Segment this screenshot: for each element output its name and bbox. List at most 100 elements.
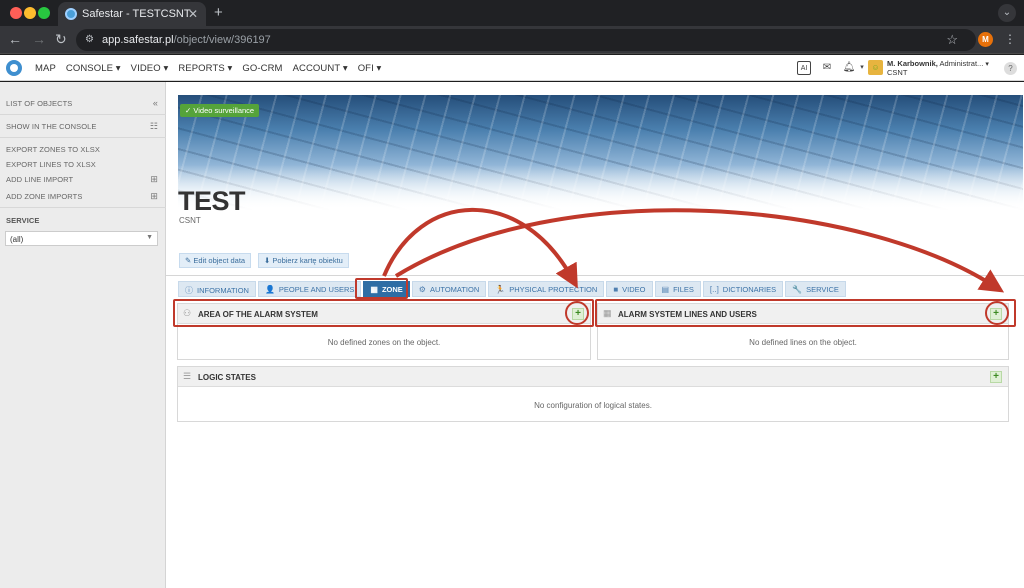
bell-icon[interactable]: 🔔︎ bbox=[842, 61, 856, 75]
tab-label: FILES bbox=[673, 285, 694, 294]
profile-avatar[interactable]: M bbox=[978, 32, 993, 47]
close-tab-icon[interactable]: ✕ bbox=[188, 7, 198, 21]
ai-icon[interactable]: AI bbox=[797, 61, 811, 75]
tab-video-icon: ■ bbox=[613, 285, 619, 294]
service-select[interactable]: (all) ▼ bbox=[5, 231, 158, 246]
url-host: app.safestar.pl bbox=[102, 34, 174, 46]
tab-service[interactable]: 🔧 SERVICE bbox=[785, 281, 846, 297]
site-settings-icon[interactable]: ⚙ bbox=[85, 34, 94, 45]
help-icon[interactable]: ? bbox=[1004, 62, 1017, 75]
back-arrow-icon[interactable]: ← bbox=[8, 31, 22, 47]
sidebar-show-in-console[interactable]: SHOW IN THE CONSOLE ☷ bbox=[0, 121, 166, 131]
tabs-divider bbox=[166, 275, 1024, 276]
alarm-lines-header: ▦ ALARM SYSTEM LINES AND USERS + bbox=[598, 304, 1008, 324]
sidebar-list-of-objects-label: LIST OF OBJECTS bbox=[6, 99, 73, 108]
user-name: M. Karbownik, bbox=[887, 59, 938, 68]
address-bar[interactable]: ⚙ app.safestar.pl/object/view/396197 ☆ bbox=[76, 29, 976, 51]
browser-tab[interactable]: Safestar - TESTCSNT ✕ bbox=[58, 2, 206, 26]
tab-automation[interactable]: ⚙ AUTOMATION bbox=[411, 281, 487, 297]
console-list-icon: ☷ bbox=[149, 121, 158, 131]
logic-states-empty-message: No configuration of logical states. bbox=[534, 401, 652, 410]
collapse-chevrons-icon[interactable]: « bbox=[153, 98, 158, 108]
zones-icon: ⚇ bbox=[183, 308, 192, 318]
forward-arrow-icon[interactable]: → bbox=[32, 31, 46, 47]
list-icon: ☰ bbox=[183, 371, 192, 381]
tab-video[interactable]: ■ VIDEO bbox=[606, 281, 653, 297]
browser-toolbar: ← → ↻ ⚙ app.safestar.pl/object/view/3961… bbox=[0, 26, 1024, 54]
sidebar-list-of-objects[interactable]: LIST OF OBJECTS « bbox=[0, 98, 166, 108]
alarm-area-title: AREA OF THE ALARM SYSTEM bbox=[198, 310, 318, 319]
bell-dropdown-chevron-icon[interactable]: ▾ bbox=[855, 61, 869, 75]
object-title: TEST bbox=[178, 186, 246, 216]
download-card-label: Pobierz kartę obiektu bbox=[272, 256, 343, 265]
logic-states-header: ☰ LOGIC STATES + bbox=[178, 367, 1008, 387]
edit-object-label: Edit object data bbox=[193, 256, 246, 265]
sidebar-divider bbox=[0, 114, 166, 115]
download-icon: ⬇ bbox=[264, 256, 271, 265]
close-window-dot[interactable] bbox=[10, 7, 22, 19]
nav-menu-item[interactable]: GO-CRM bbox=[237, 55, 287, 81]
tab-files[interactable]: ▤ FILES bbox=[654, 281, 701, 297]
main-menu: MAP CONSOLE ▾ VIDEO ▾ REPORTS ▾ GO-CRM ACCOUN… bbox=[30, 55, 386, 81]
nav-menu-item[interactable]: CONSOLE ▾ bbox=[61, 55, 126, 81]
tab-search-chevron-icon[interactable]: ⌄ bbox=[998, 4, 1016, 22]
pencil-icon: ✎ bbox=[185, 256, 192, 265]
mail-icon[interactable]: ✉ bbox=[820, 61, 834, 75]
nav-menu-item[interactable]: REPORTS ▾ bbox=[173, 55, 237, 81]
alarm-area-panel: ⚇ AREA OF THE ALARM SYSTEM + No defined … bbox=[177, 303, 591, 360]
tab-files-icon: ▤ bbox=[661, 285, 670, 294]
tab-people-and-users-icon: 👤 bbox=[264, 285, 275, 294]
tab-people-and-users[interactable]: 👤 PEOPLE AND USERS bbox=[257, 281, 362, 297]
nav-menu-item[interactable]: OFI ▾ bbox=[353, 55, 387, 81]
tab-label: PEOPLE AND USERS bbox=[278, 285, 355, 294]
tab-dictionaries-icon: [..] bbox=[709, 285, 719, 294]
add-zone-button[interactable]: + bbox=[572, 308, 584, 320]
sidebar-export-zones[interactable]: EXPORT ZONES TO XLSX bbox=[0, 145, 166, 154]
grid-icon: ▦ bbox=[603, 308, 612, 318]
sidebar-add-zone-imports[interactable]: ADD ZONE IMPORTS ⊞ bbox=[0, 191, 166, 201]
add-logic-state-button[interactable]: + bbox=[990, 371, 1002, 383]
minimize-window-dot[interactable] bbox=[24, 7, 36, 19]
nav-menu-item[interactable]: MAP bbox=[30, 55, 61, 81]
user-role: Administrat... bbox=[939, 59, 984, 68]
app-navbar: MAP CONSOLE ▾ VIDEO ▾ REPORTS ▾ GO-CRM ACCOUN… bbox=[0, 55, 1024, 81]
tab-label: ZONE bbox=[381, 285, 403, 294]
reload-icon[interactable]: ↻ bbox=[55, 31, 67, 48]
tab-physical-protection[interactable]: 🏃 PHYSICAL PROTECTION bbox=[488, 281, 605, 297]
tab-information[interactable]: ⓘ INFORMATION bbox=[178, 281, 256, 297]
browser-tab-title: Safestar - TESTCSNT bbox=[82, 8, 191, 20]
sidebar-export-lines[interactable]: EXPORT LINES TO XLSX bbox=[0, 160, 166, 169]
tab-label: SERVICE bbox=[806, 285, 839, 294]
tab-physical-protection-icon: 🏃 bbox=[495, 285, 506, 294]
user-menu[interactable]: M. Karbownik, Administrat... ▾ CSNT bbox=[887, 60, 989, 77]
bookmark-star-icon[interactable]: ☆ bbox=[946, 32, 958, 48]
tab-zone[interactable]: ▦ ZONE bbox=[363, 281, 410, 297]
plus-box-icon: ⊞ bbox=[150, 191, 158, 201]
safestar-favicon-icon bbox=[65, 8, 77, 20]
sidebar-add-line-import-label: ADD LINE IMPORT bbox=[6, 175, 74, 184]
browser-menu-icon[interactable]: ⋮ bbox=[1004, 32, 1016, 46]
sidebar: LIST OF OBJECTS « SHOW IN THE CONSOLE ☷ EX… bbox=[0, 82, 166, 588]
object-hero-image bbox=[178, 95, 1023, 210]
nav-menu-item[interactable]: VIDEO ▾ bbox=[126, 55, 174, 81]
object-subtitle: CSNT bbox=[179, 216, 201, 225]
tab-service-icon: 🔧 bbox=[792, 285, 803, 294]
logic-states-title: LOGIC STATES bbox=[198, 373, 256, 382]
zoom-window-dot[interactable] bbox=[38, 7, 50, 19]
add-line-button[interactable]: + bbox=[990, 308, 1002, 320]
tab-label: AUTOMATION bbox=[429, 285, 480, 294]
edit-object-button[interactable]: ✎ Edit object data bbox=[179, 253, 252, 268]
object-tabs: ⓘ INFORMATION 👤 PEOPLE AND USERS ▦ ZONE ⚙ AUTOM… bbox=[178, 281, 848, 297]
safestar-logo-icon[interactable] bbox=[6, 60, 22, 76]
nav-menu-item[interactable]: ACCOUNT ▾ bbox=[288, 55, 353, 81]
sidebar-add-zone-imports-label: ADD ZONE IMPORTS bbox=[6, 192, 83, 201]
sidebar-add-line-import[interactable]: ADD LINE IMPORT ⊞ bbox=[0, 174, 166, 184]
tab-dictionaries[interactable]: [..] DICTIONARIES bbox=[702, 281, 784, 297]
download-card-button[interactable]: ⬇ Pobierz kartę obiektu bbox=[258, 253, 349, 268]
alarm-area-header: ⚇ AREA OF THE ALARM SYSTEM + bbox=[178, 304, 590, 324]
user-avatar[interactable]: ☺ bbox=[868, 60, 883, 75]
alarm-lines-empty-message: No defined lines on the object. bbox=[749, 338, 857, 347]
tab-automation-icon: ⚙ bbox=[418, 285, 426, 294]
new-tab-icon[interactable]: + bbox=[214, 4, 223, 21]
screenshot-frame: Safestar - TESTCSNT ✕ + ⌄ ← → ↻ ⚙ app.sa… bbox=[0, 0, 1024, 588]
